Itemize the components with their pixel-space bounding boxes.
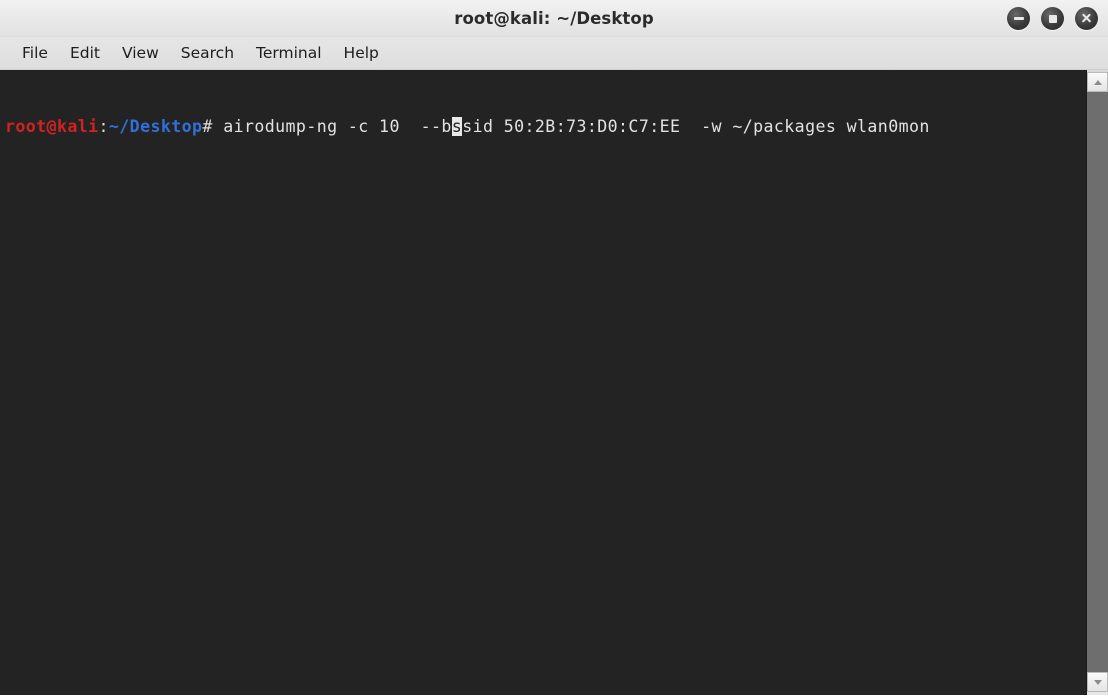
close-button[interactable] [1075,7,1098,30]
menu-bar: File Edit View Search Terminal Help [0,37,1108,70]
scrollbar-down-button[interactable] [1087,672,1108,692]
menu-item-terminal[interactable]: Terminal [245,42,333,65]
terminal-scrollbar[interactable] [1086,70,1108,695]
terminal-prompt-line: root@kali:~/Desktop# airodump-ng -c 10 -… [5,116,1086,137]
chevron-down-icon [1093,679,1102,685]
menu-item-help[interactable]: Help [333,42,390,65]
minimize-button[interactable] [1007,7,1030,30]
chevron-up-icon [1093,79,1102,85]
scrollbar-bottom-spacer [1087,692,1108,695]
window-title: root@kali: ~/Desktop [454,8,654,28]
prompt-path: ~/Desktop [108,117,203,136]
window-controls [1007,0,1098,37]
menu-item-edit[interactable]: Edit [59,42,111,65]
prompt-separator: : [98,117,109,136]
close-icon [1081,13,1092,24]
command-text-before-cursor: airodump-ng -c 10 --b [223,117,452,136]
menu-item-search[interactable]: Search [170,42,245,65]
window-titlebar[interactable]: root@kali: ~/Desktop [0,0,1108,37]
terminal-output-area[interactable]: root@kali:~/Desktop# airodump-ng -c 10 -… [0,70,1086,695]
menu-item-view[interactable]: View [111,42,170,65]
prompt-user-host: root@kali [5,117,99,136]
menu-item-file[interactable]: File [11,42,59,65]
terminal-body: root@kali:~/Desktop# airodump-ng -c 10 -… [0,70,1108,698]
scrollbar-up-button[interactable] [1087,72,1108,92]
terminal-window: root@kali: ~/Desktop File Edit View Sear… [0,0,1108,698]
maximize-button[interactable] [1041,7,1064,30]
prompt-sigil: # [202,117,224,136]
command-text-after-cursor: sid 50:2B:73:D0:C7:EE -w ~/packages wlan… [462,117,930,136]
maximize-icon [1048,14,1057,23]
text-cursor: s [451,117,463,136]
minimize-icon [1013,17,1024,20]
scrollbar-trough[interactable] [1087,92,1108,672]
